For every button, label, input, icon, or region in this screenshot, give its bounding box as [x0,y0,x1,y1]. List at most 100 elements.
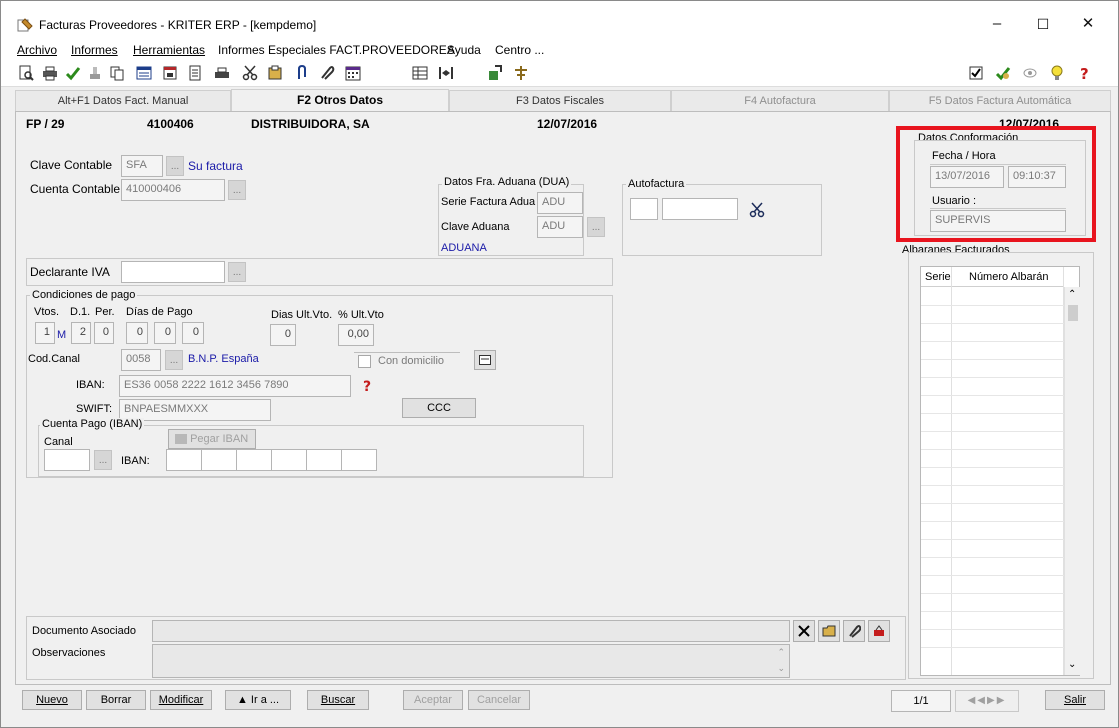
serie-aduana-input[interactable]: ADU [537,192,583,214]
d1-input[interactable]: 2 [71,322,91,344]
buscar-button[interactable]: Buscar [307,690,369,710]
vtos-input[interactable]: 1 [35,322,55,344]
clave-aduana-input[interactable]: ADU [537,216,583,238]
tab-datos-factura-automatica[interactable]: F5 Datos Factura Automática [889,90,1111,112]
iban-part-3-input[interactable] [236,449,272,471]
ir-a-button[interactable]: ▲ Ir a ... [225,690,291,710]
iban-input[interactable]: ES36 0058 2222 1612 3456 7890 [119,375,351,397]
dia-pago-1-input[interactable]: 0 [126,322,148,344]
modificar-button[interactable]: Modificar [150,690,212,710]
eye-icon[interactable] [1022,65,1038,81]
observaciones-textarea[interactable]: ⌃ ⌄ [152,644,790,678]
salir-button[interactable]: Salir [1045,690,1105,710]
documento-asociado-input[interactable] [152,620,790,642]
paperclip-blue-icon[interactable] [293,65,309,81]
calendar-list-icon[interactable] [136,65,152,81]
autofactura-serie-input[interactable] [630,198,658,220]
print-icon[interactable] [42,65,58,81]
export-icon[interactable] [487,65,503,81]
obs-scroll-up-icon[interactable]: ⌃ [777,647,785,658]
menu-informes-especiales[interactable]: Informes Especiales FACT.PROVEEDORES [218,43,455,57]
last-record-icon[interactable]: ▶ [997,695,1007,706]
printer-icon[interactable] [214,65,230,81]
fecha-conformacion-input[interactable]: 13/07/2016 [930,166,1004,188]
col-serie-header[interactable]: Serie [925,271,951,283]
cod-canal-lookup-button[interactable]: ... [165,350,183,370]
dia-pago-3-input[interactable]: 0 [182,322,204,344]
checkbox-icon[interactable] [968,65,984,81]
hora-conformacion-input[interactable]: 09:10:37 [1008,166,1066,188]
albaranes-grid[interactable]: Serie Número Albarán ⌃ ⌄ [920,266,1080,676]
col-numero-albaran-header[interactable]: Número Albarán [969,271,1049,283]
clave-contable-lookup-button[interactable]: ... [166,156,184,176]
cod-canal-input[interactable]: 0058 [121,349,161,371]
clave-contable-link[interactable]: Su factura [188,159,243,173]
help-icon[interactable]: ? [361,377,375,393]
stamp-icon[interactable] [87,65,103,81]
aceptar-button[interactable]: Aceptar [403,690,463,710]
con-domicilio-checkbox[interactable] [358,355,371,368]
prev-record-icon[interactable]: ◀ [977,695,987,706]
scroll-thumb[interactable] [1068,305,1078,321]
aduana-link[interactable]: ADUANA [441,242,487,254]
first-record-icon[interactable]: ◀ [968,695,978,706]
clave-contable-input[interactable]: SFA [121,155,163,177]
tab-datos-fiscales[interactable]: F3 Datos Fiscales [449,90,671,112]
nuevo-button[interactable]: Nuevo [22,690,82,710]
checkmark-green-icon[interactable] [65,65,81,81]
menu-herramientas[interactable]: Herramientas [133,43,205,57]
table-icon[interactable] [412,65,428,81]
iban-part-6-input[interactable] [341,449,377,471]
document-print-icon[interactable] [188,65,204,81]
clear-document-button[interactable] [793,620,815,642]
iban-part-2-input[interactable] [201,449,237,471]
approve-stamp-icon[interactable] [995,65,1011,81]
tab-otros-datos[interactable]: F2 Otros Datos [231,89,449,113]
minimize-button[interactable]: – [986,13,1008,35]
ccc-button[interactable]: CCC [402,398,476,418]
dias-ult-vto-input[interactable]: 0 [270,324,296,346]
paste-icon[interactable] [267,65,283,81]
open-folder-button[interactable] [818,620,840,642]
menu-informes[interactable]: Informes [71,43,118,57]
help-icon[interactable]: ? [1077,65,1093,81]
domicilio-detail-button[interactable] [474,350,496,370]
lightbulb-icon[interactable] [1049,65,1065,81]
cuenta-contable-lookup-button[interactable]: ... [228,180,246,200]
calendar-icon[interactable] [162,65,178,81]
declarante-iva-input[interactable] [121,261,225,283]
copy-icon[interactable] [109,65,125,81]
grid-calendar-icon[interactable] [345,65,361,81]
menu-ayuda[interactable]: Ayuda [447,43,481,57]
borrar-button[interactable]: Borrar [86,690,146,710]
scroll-up-icon[interactable]: ⌃ [1068,289,1076,300]
iban-part-4-input[interactable] [271,449,307,471]
clave-aduana-lookup-button[interactable]: ... [587,217,605,237]
menu-centro[interactable]: Centro ... [495,43,544,57]
close-button[interactable]: ✕ [1077,13,1099,35]
scissors-icon[interactable] [242,65,258,81]
pegar-iban-button[interactable]: Pegar IBAN [168,429,256,449]
usuario-input[interactable]: SUPERVIS [930,210,1066,232]
cuenta-canal-lookup-button[interactable]: ... [94,450,112,470]
filter-tree-icon[interactable] [513,65,529,81]
pct-ult-vto-input[interactable]: 0,00 [338,324,374,346]
menu-archivo[interactable]: Archivo [17,43,57,57]
paperclip-icon[interactable] [319,65,335,81]
scroll-down-icon[interactable]: ⌄ [1068,659,1076,670]
autofactura-numero-input[interactable] [662,198,738,220]
cuenta-contable-input[interactable]: 410000406 [121,179,225,201]
cod-canal-link[interactable]: B.N.P. España [188,353,259,365]
per-input[interactable]: 0 [94,322,114,344]
print-preview-icon[interactable] [18,65,34,81]
iban-part-1-input[interactable] [166,449,202,471]
attach-button[interactable] [843,620,865,642]
declarante-iva-lookup-button[interactable]: ... [228,262,246,282]
record-navigator[interactable]: ◀◀▶▶ [955,690,1019,712]
tab-datos-fact-manual[interactable]: Alt+F1 Datos Fact. Manual [15,90,231,112]
cancelar-button[interactable]: Cancelar [468,690,530,710]
tab-autofactura[interactable]: F4 Autofactura [671,90,889,112]
iban-part-5-input[interactable] [306,449,342,471]
column-width-icon[interactable] [438,65,454,81]
maximize-button[interactable]: ☐ [1032,13,1054,35]
